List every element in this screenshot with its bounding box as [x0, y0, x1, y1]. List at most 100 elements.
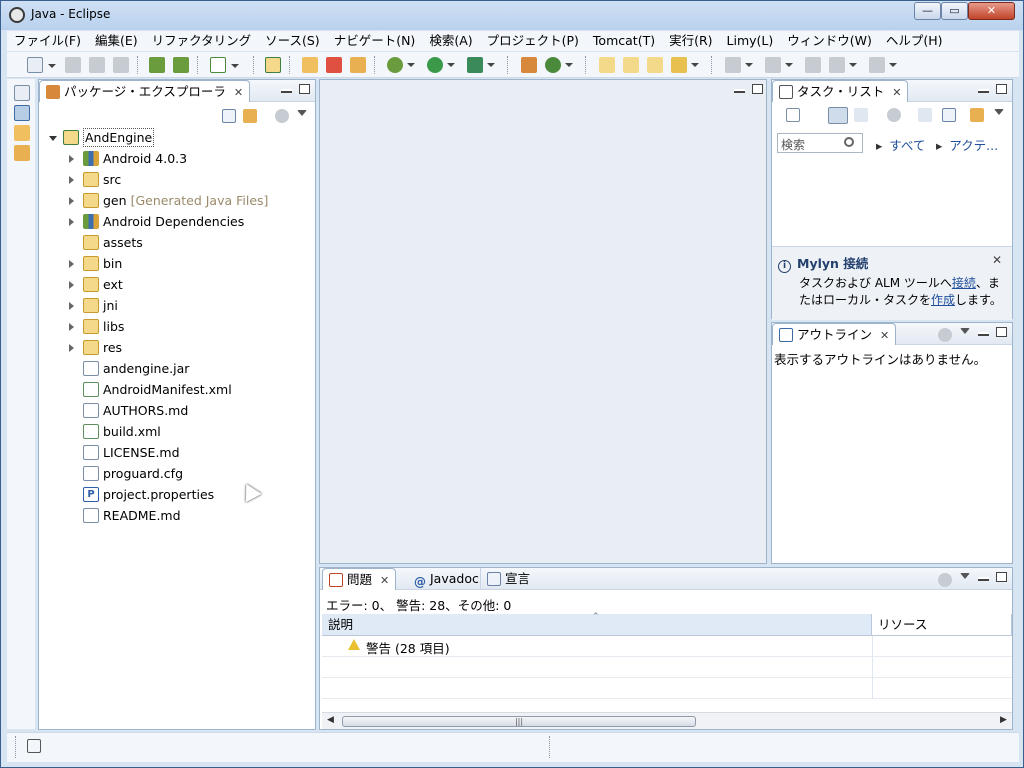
synchronize-icon[interactable] — [970, 108, 984, 122]
tree-item[interactable]: AUTHORS.md — [39, 400, 315, 421]
tree-item[interactable]: Android 4.0.3 — [39, 148, 315, 169]
print-icon[interactable] — [113, 57, 129, 73]
focus-icon[interactable] — [887, 108, 901, 122]
tree-item[interactable]: assets — [39, 232, 315, 253]
tab-problems[interactable]: 問題 ✕ — [322, 568, 397, 590]
hide-completed-icon[interactable] — [918, 108, 932, 122]
open-type-icon[interactable] — [599, 57, 615, 73]
scroll-left-icon[interactable]: ◀ — [327, 715, 334, 725]
pin-icon[interactable] — [671, 57, 699, 73]
menu-project[interactable]: プロジェクト(P) — [480, 31, 586, 51]
tree-item[interactable]: Pproject.properties — [39, 484, 315, 505]
menu-file[interactable]: ファイル(F) — [7, 31, 88, 51]
menu-source[interactable]: ソース(S) — [258, 31, 327, 51]
mylyn-connect-link[interactable]: 接続 — [952, 276, 976, 290]
back-icon[interactable] — [829, 57, 857, 73]
tree-item[interactable]: LICENSE.md — [39, 442, 315, 463]
tree-item[interactable]: proguard.cfg — [39, 463, 315, 484]
tomcat-restart-icon[interactable] — [350, 57, 366, 73]
focus-icon[interactable] — [938, 328, 952, 342]
tree-item[interactable]: build.xml — [39, 421, 315, 442]
tree-item[interactable]: libs — [39, 316, 315, 337]
tree-item[interactable]: README.md — [39, 505, 315, 526]
new-java-project-icon[interactable] — [521, 57, 537, 73]
scroll-right-icon[interactable]: ▶ — [1000, 715, 1007, 725]
new-icon[interactable] — [27, 57, 56, 73]
tomcat-start-icon[interactable] — [302, 57, 318, 73]
view-menu-chevron-down-icon[interactable] — [994, 109, 1004, 120]
menu-search[interactable]: 検索(A) — [422, 31, 479, 51]
tree-item[interactable]: andengine.jar — [39, 358, 315, 379]
close-button[interactable]: ✕ — [968, 2, 1015, 20]
maximize-view-button[interactable] — [299, 84, 310, 94]
collapse-all-icon[interactable] — [222, 109, 236, 123]
chevron-right-icon[interactable] — [69, 218, 78, 226]
minimize-view-button[interactable] — [978, 89, 989, 93]
external-tools-icon[interactable] — [467, 57, 495, 73]
maximize-button[interactable]: ▭ — [941, 2, 968, 20]
tree-item[interactable]: jni — [39, 295, 315, 316]
focus-icon[interactable] — [938, 573, 952, 587]
close-icon[interactable]: ✕ — [880, 329, 889, 342]
scrollbar-thumb[interactable]: ||| — [342, 716, 696, 727]
validate-icon[interactable] — [210, 57, 239, 73]
chevron-right-icon[interactable] — [69, 302, 78, 310]
svn-perspective-icon[interactable] — [14, 125, 30, 141]
chevron-right-icon[interactable] — [69, 344, 78, 352]
maximize-view-button[interactable] — [996, 84, 1007, 94]
task-filter-active-link[interactable]: アクテ... — [936, 135, 998, 154]
chevron-right-icon[interactable] — [69, 176, 78, 184]
new-task-icon[interactable] — [786, 108, 800, 122]
view-menu-chevron-down-icon[interactable] — [960, 573, 970, 584]
new-android-icon[interactable] — [265, 57, 281, 73]
tab-task-list[interactable]: タスク・リスト ✕ — [772, 80, 909, 102]
open-folder-icon[interactable] — [623, 57, 639, 73]
menu-help[interactable]: ヘルプ(H) — [879, 31, 950, 51]
tomcat-stop-icon[interactable] — [326, 57, 342, 73]
view-menu-focus-icon[interactable] — [275, 109, 289, 123]
tree-item[interactable]: AndEngine — [39, 127, 315, 148]
refresh-icon[interactable] — [545, 57, 573, 73]
minimize-editor-button[interactable] — [734, 89, 745, 93]
link-with-editor-icon[interactable] — [243, 109, 257, 123]
column-header-resource[interactable]: リソース — [872, 614, 1012, 636]
chevron-right-icon[interactable] — [69, 323, 78, 331]
scheduled-icon[interactable] — [854, 108, 868, 122]
save-all-icon[interactable] — [89, 57, 105, 73]
chevron-right-icon[interactable] — [69, 260, 78, 268]
chevron-right-icon[interactable] — [69, 197, 78, 205]
menu-tomcat[interactable]: Tomcat(T) — [586, 31, 662, 51]
save-icon[interactable] — [65, 57, 81, 73]
minimize-view-button[interactable] — [978, 577, 989, 581]
import-icon[interactable] — [149, 57, 165, 73]
search-icon[interactable] — [844, 137, 854, 147]
forward-icon[interactable] — [869, 57, 897, 73]
tree-item[interactable]: bin — [39, 253, 315, 274]
open-perspective-icon[interactable] — [14, 85, 30, 101]
mylyn-create-link[interactable]: 作成 — [931, 293, 955, 307]
run-icon[interactable] — [427, 57, 455, 73]
menu-window[interactable]: ウィンドウ(W) — [780, 31, 879, 51]
menu-run[interactable]: 実行(R) — [662, 31, 719, 51]
collapse-all-icon[interactable] — [942, 108, 956, 122]
chevron-right-icon[interactable] — [69, 155, 78, 163]
tree-item[interactable]: gen [Generated Java Files] — [39, 190, 315, 211]
maximize-editor-button[interactable] — [752, 84, 763, 94]
tree-item[interactable]: AndroidManifest.xml — [39, 379, 315, 400]
prev-annotation-icon[interactable] — [765, 57, 793, 73]
tree-item[interactable]: ext — [39, 274, 315, 295]
next-annotation-icon[interactable] — [725, 57, 753, 73]
debug-perspective-icon[interactable] — [14, 145, 30, 161]
open-file-icon[interactable] — [647, 57, 663, 73]
minimize-view-button[interactable] — [978, 332, 989, 336]
close-icon[interactable]: ✕ — [892, 86, 901, 99]
task-filter-all-link[interactable]: すべて — [876, 135, 925, 154]
menu-refactor[interactable]: リファクタリング — [145, 31, 259, 51]
tree-item[interactable]: res — [39, 337, 315, 358]
tree-item[interactable]: Android Dependencies — [39, 211, 315, 232]
maximize-view-button[interactable] — [996, 327, 1007, 337]
title-bar[interactable]: Java - Eclipse — ▭ ✕ — [1, 1, 1023, 30]
tree-item[interactable]: src — [39, 169, 315, 190]
tab-declaration[interactable]: 宣言 — [480, 568, 536, 590]
tab-outline[interactable]: アウトライン ✕ — [772, 323, 897, 345]
